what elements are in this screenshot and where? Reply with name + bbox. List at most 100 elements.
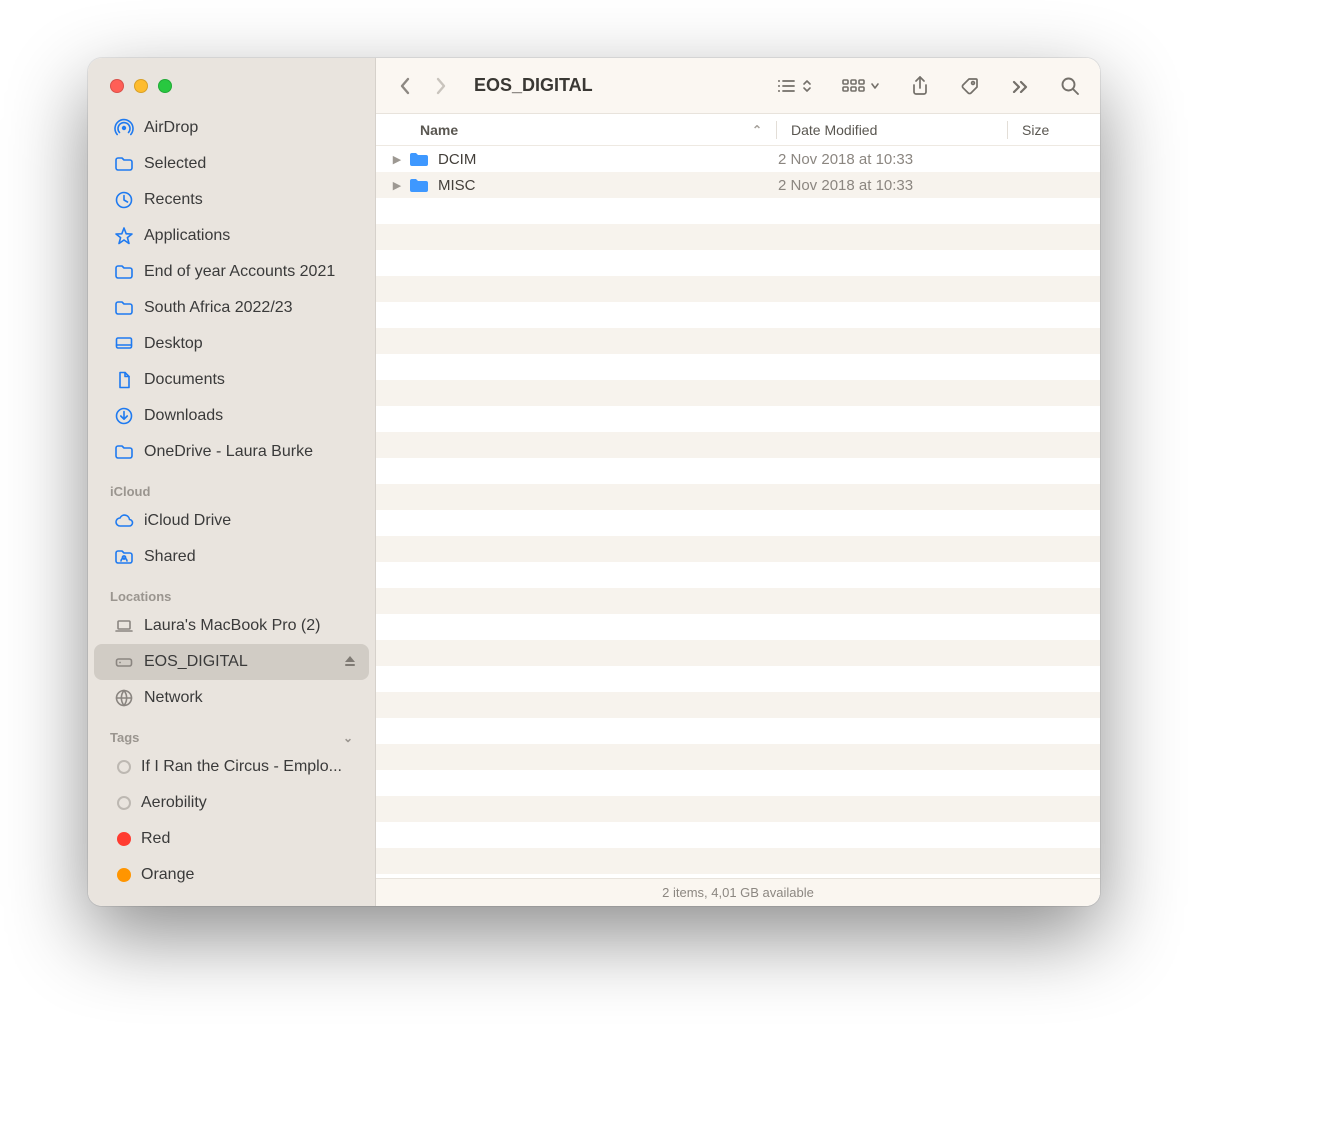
sidebar-section-label: Tags bbox=[110, 730, 139, 745]
sidebar-item-favourite[interactable]: Downloads bbox=[94, 398, 369, 434]
drive-icon bbox=[114, 652, 134, 672]
sidebar-item-label: Downloads bbox=[144, 407, 357, 425]
sidebar-item-favourite[interactable]: Applications bbox=[94, 218, 369, 254]
column-label: Name bbox=[420, 122, 458, 138]
finder-window: AirDrop Selected Recents Applications En… bbox=[88, 58, 1100, 906]
disclosure-triangle-icon[interactable]: ▶ bbox=[390, 153, 404, 166]
column-label: Date Modified bbox=[791, 122, 877, 138]
sidebar-item-label: OneDrive - Laura Burke bbox=[144, 443, 357, 461]
sidebar-section-tags[interactable]: Tags ⌄ bbox=[88, 716, 375, 749]
airdrop-icon bbox=[114, 118, 134, 138]
sidebar-item-label: Recents bbox=[144, 191, 357, 209]
tag-dot-icon bbox=[117, 868, 131, 882]
sidebar-item-location[interactable]: Laura's MacBook Pro (2) bbox=[94, 608, 369, 644]
tag-dot-icon bbox=[117, 796, 131, 810]
back-button[interactable] bbox=[390, 71, 420, 101]
sidebar-item-tag[interactable]: Aerobility bbox=[94, 785, 369, 821]
column-label: Size bbox=[1022, 122, 1049, 138]
eject-icon[interactable] bbox=[343, 654, 357, 671]
folder-icon bbox=[114, 298, 134, 318]
apps-icon bbox=[114, 226, 134, 246]
column-date[interactable]: Date Modified bbox=[777, 122, 1007, 138]
sidebar-item-location[interactable]: EOS_DIGITAL bbox=[94, 644, 369, 680]
sidebar-item-label: End of year Accounts 2021 bbox=[144, 263, 357, 281]
toolbar: EOS_DIGITAL bbox=[376, 58, 1100, 114]
sort-ascending-icon: ⌃ bbox=[752, 123, 776, 137]
sidebar-item-favourite[interactable]: Desktop bbox=[94, 326, 369, 362]
main-panel: EOS_DIGITAL bbox=[376, 58, 1100, 906]
minimize-button[interactable] bbox=[134, 79, 148, 93]
sidebar-item-favourite[interactable]: End of year Accounts 2021 bbox=[94, 254, 369, 290]
tags-button[interactable] bbox=[954, 71, 986, 101]
group-by-button[interactable] bbox=[836, 71, 886, 101]
sidebar-item-label: Desktop bbox=[144, 335, 357, 353]
sidebar: AirDrop Selected Recents Applications En… bbox=[88, 58, 376, 906]
folder-icon bbox=[408, 150, 430, 168]
sidebar-item-label: iCloud Drive bbox=[144, 512, 357, 530]
sidebar-item-location[interactable]: Network bbox=[94, 680, 369, 716]
sidebar-item-label: Orange bbox=[141, 866, 357, 884]
file-row[interactable]: ▶ MISC 2 Nov 2018 at 10:33 bbox=[376, 172, 1100, 198]
forward-button[interactable] bbox=[426, 71, 456, 101]
sidebar-section-locations[interactable]: Locations bbox=[88, 575, 375, 608]
sidebar-section-icloud[interactable]: iCloud bbox=[88, 470, 375, 503]
sidebar-item-label: Laura's MacBook Pro (2) bbox=[144, 617, 357, 635]
desktop-icon bbox=[114, 334, 134, 354]
file-name: MISC bbox=[438, 177, 778, 194]
sidebar-item-favourite[interactable]: AirDrop bbox=[94, 110, 369, 146]
view-mode-list-button[interactable] bbox=[770, 71, 818, 101]
sidebar-item-label: Applications bbox=[144, 227, 357, 245]
window-title: EOS_DIGITAL bbox=[474, 75, 593, 96]
downloads-icon bbox=[114, 406, 134, 426]
sidebar-item-favourite[interactable]: South Africa 2022/23 bbox=[94, 290, 369, 326]
status-text: 2 items, 4,01 GB available bbox=[662, 885, 814, 900]
shared-icon bbox=[114, 547, 134, 567]
zoom-button[interactable] bbox=[158, 79, 172, 93]
chevron-down-icon[interactable]: ⌄ bbox=[343, 731, 353, 745]
folder-icon bbox=[114, 154, 134, 174]
overflow-button[interactable] bbox=[1004, 71, 1036, 101]
close-button[interactable] bbox=[110, 79, 124, 93]
folder-icon bbox=[114, 442, 134, 462]
sidebar-item-label: If I Ran the Circus - Emplo... bbox=[141, 758, 357, 776]
document-icon bbox=[114, 370, 134, 390]
sidebar-item-favourite[interactable]: OneDrive - Laura Burke bbox=[94, 434, 369, 470]
sidebar-item-favourite[interactable]: Documents bbox=[94, 362, 369, 398]
column-header: Name ⌃ Date Modified Size bbox=[376, 114, 1100, 146]
laptop-icon bbox=[114, 616, 134, 636]
recents-icon bbox=[114, 190, 134, 210]
folder-icon bbox=[408, 176, 430, 194]
disclosure-triangle-icon[interactable]: ▶ bbox=[390, 179, 404, 192]
sidebar-item-icloud[interactable]: iCloud Drive bbox=[94, 503, 369, 539]
column-name[interactable]: Name ⌃ bbox=[420, 122, 776, 138]
sidebar-item-label: EOS_DIGITAL bbox=[144, 653, 333, 671]
sidebar-item-label: Red bbox=[141, 830, 357, 848]
sidebar-item-favourite[interactable]: Selected bbox=[94, 146, 369, 182]
sidebar-item-label: Network bbox=[144, 689, 357, 707]
file-date: 2 Nov 2018 at 10:33 bbox=[778, 151, 1012, 168]
sidebar-item-label: AirDrop bbox=[144, 119, 357, 137]
sidebar-item-tag[interactable]: Red bbox=[94, 821, 369, 857]
file-list[interactable]: ▶ DCIM 2 Nov 2018 at 10:33 ▶ MISC 2 Nov … bbox=[376, 146, 1100, 878]
sidebar-item-icloud[interactable]: Shared bbox=[94, 539, 369, 575]
cloud-icon bbox=[114, 511, 134, 531]
tag-dot-icon bbox=[117, 832, 131, 846]
status-bar: 2 items, 4,01 GB available bbox=[376, 878, 1100, 906]
sidebar-item-tag[interactable]: Orange bbox=[94, 857, 369, 893]
sidebar-item-label: Documents bbox=[144, 371, 357, 389]
file-row[interactable]: ▶ DCIM 2 Nov 2018 at 10:33 bbox=[376, 146, 1100, 172]
share-button[interactable] bbox=[904, 71, 936, 101]
sidebar-item-label: Selected bbox=[144, 155, 357, 173]
search-button[interactable] bbox=[1054, 71, 1086, 101]
sidebar-section-label: Locations bbox=[110, 589, 171, 604]
file-date: 2 Nov 2018 at 10:33 bbox=[778, 177, 1012, 194]
sidebar-item-favourite[interactable]: Recents bbox=[94, 182, 369, 218]
folder-icon bbox=[114, 262, 134, 282]
tag-dot-icon bbox=[117, 760, 131, 774]
sidebar-item-label: South Africa 2022/23 bbox=[144, 299, 357, 317]
network-icon bbox=[114, 688, 134, 708]
file-name: DCIM bbox=[438, 151, 778, 168]
column-size[interactable]: Size bbox=[1008, 122, 1100, 138]
window-controls bbox=[88, 58, 375, 110]
sidebar-item-tag[interactable]: If I Ran the Circus - Emplo... bbox=[94, 749, 369, 785]
